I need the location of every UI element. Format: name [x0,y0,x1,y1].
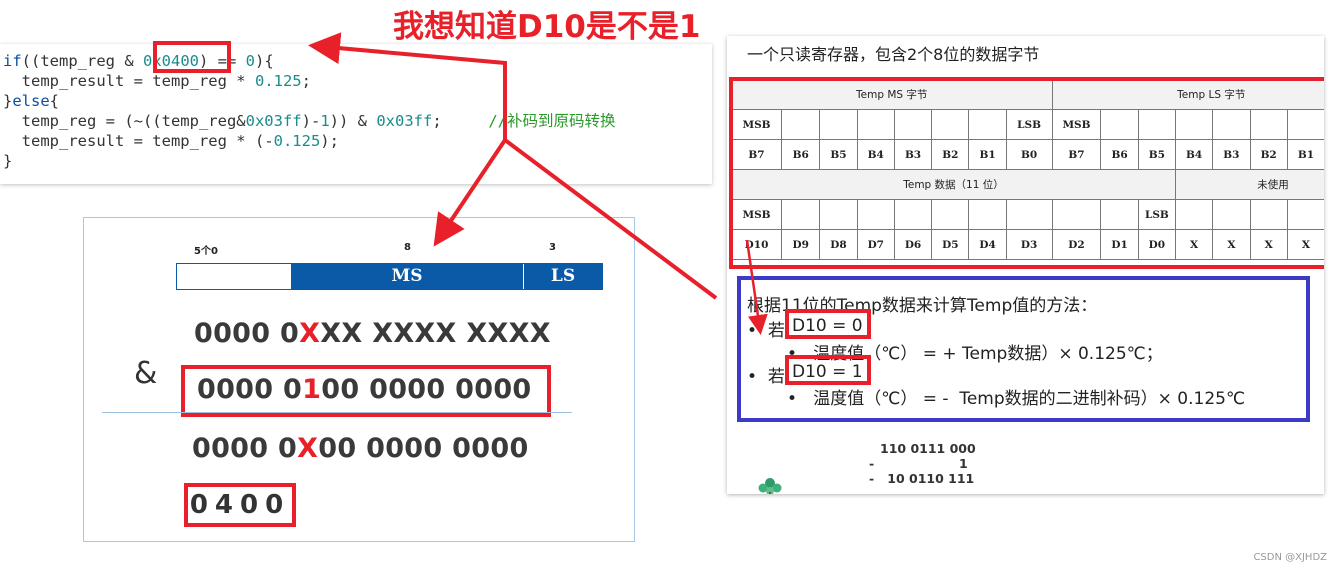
annotation-arrows [308,32,768,335]
arrow-to-diagram [433,138,507,247]
watermark: CSDN @XJHDZ [1253,552,1327,563]
arrow-to-code [308,32,507,140]
arrow-to-d10 [745,239,768,335]
arrow-to-register [503,138,718,300]
